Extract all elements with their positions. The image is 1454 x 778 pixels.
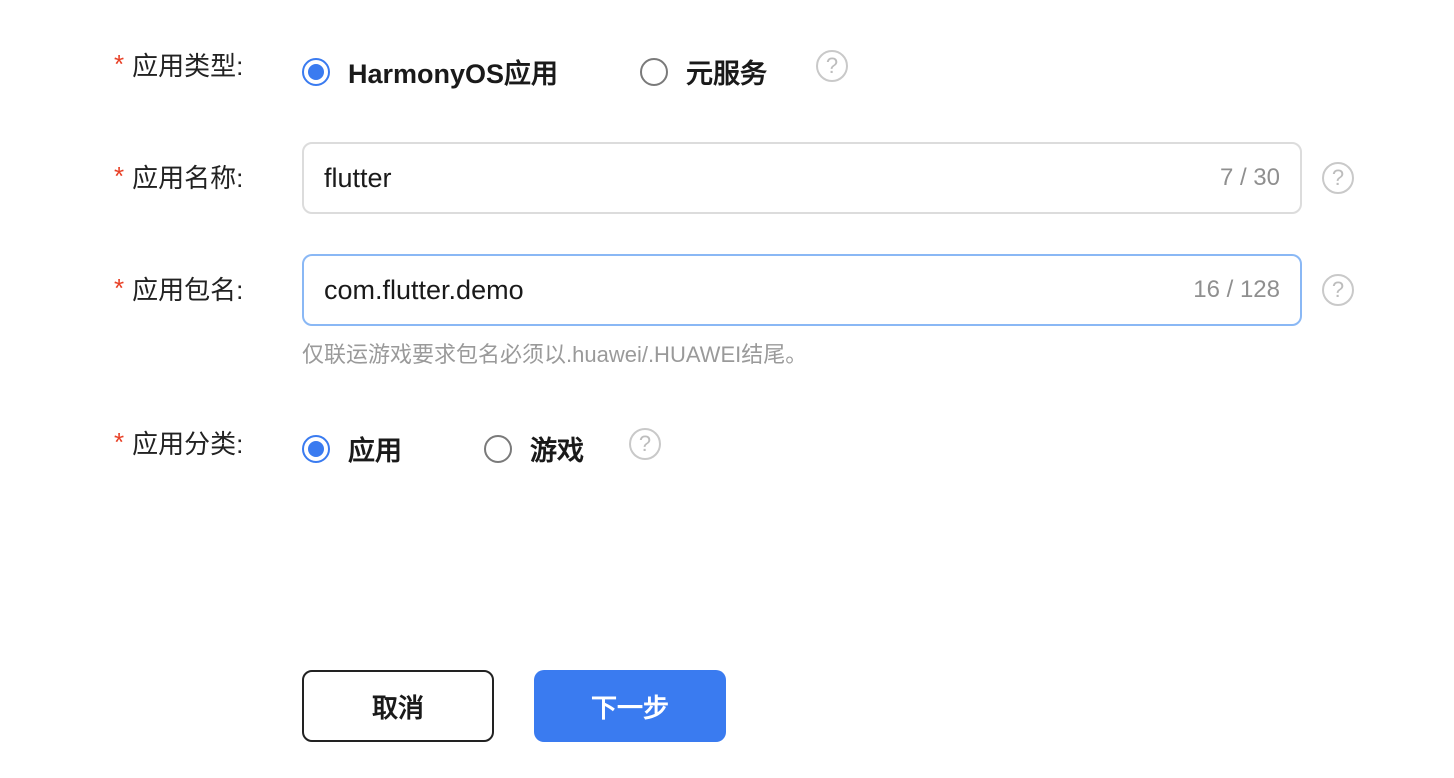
question-circle-icon[interactable]: ? <box>1322 162 1354 194</box>
package-name-hint: 仅联运游戏要求包名必须以.huawei/.HUAWEI结尾。 <box>302 342 808 367</box>
question-circle-icon[interactable]: ? <box>629 428 661 460</box>
radio-atomic-service-label: 元服务 <box>686 59 768 89</box>
required-mark: * <box>114 273 125 303</box>
app-name-label: * 应用名称: <box>114 158 243 195</box>
question-circle-icon[interactable]: ? <box>816 50 848 82</box>
cancel-button[interactable]: 取消 <box>302 670 494 742</box>
radio-harmonyos-app-label: HarmonyOS应用 <box>348 59 559 89</box>
radio-category-app-label: 应用 <box>348 436 402 466</box>
app-type-radio-group: HarmonyOS应用 元服务 <box>302 52 767 91</box>
required-mark: * <box>114 427 125 457</box>
required-mark: * <box>114 161 125 191</box>
app-category-label-text: 应用分类: <box>132 429 244 459</box>
package-name-label-text: 应用包名: <box>132 275 244 305</box>
radio-checked-icon[interactable] <box>302 434 330 463</box>
package-name-label: * 应用包名: <box>114 270 243 307</box>
app-type-label: * 应用类型: <box>114 46 243 83</box>
radio-checked-icon[interactable] <box>302 57 330 86</box>
question-circle-icon[interactable]: ? <box>1322 274 1354 306</box>
next-step-button[interactable]: 下一步 <box>534 670 726 742</box>
radio-category-app[interactable]: 应用 <box>302 429 402 468</box>
radio-atomic-service[interactable]: 元服务 <box>640 52 767 91</box>
package-name-char-count: 16 / 128 <box>1193 276 1280 303</box>
app-name-input[interactable]: flutter 7 / 30 <box>302 142 1302 214</box>
app-name-value[interactable]: flutter <box>324 163 1220 194</box>
app-category-label: * 应用分类: <box>114 424 243 461</box>
package-name-value[interactable]: com.flutter.demo <box>324 275 1193 306</box>
radio-category-game-label: 游戏 <box>530 436 584 466</box>
app-category-radio-group: 应用 游戏 <box>302 429 584 468</box>
radio-harmonyos-app[interactable]: HarmonyOS应用 <box>302 52 558 91</box>
radio-unchecked-icon[interactable] <box>640 57 669 86</box>
app-name-char-count: 7 / 30 <box>1219 164 1280 191</box>
app-name-label-text: 应用名称: <box>132 163 244 193</box>
app-type-label-text: 应用类型: <box>132 51 244 81</box>
required-mark: * <box>114 49 125 79</box>
radio-unchecked-icon[interactable] <box>484 434 512 463</box>
radio-category-game[interactable]: 游戏 <box>484 429 584 468</box>
package-name-input[interactable]: com.flutter.demo 16 / 128 <box>302 254 1302 326</box>
